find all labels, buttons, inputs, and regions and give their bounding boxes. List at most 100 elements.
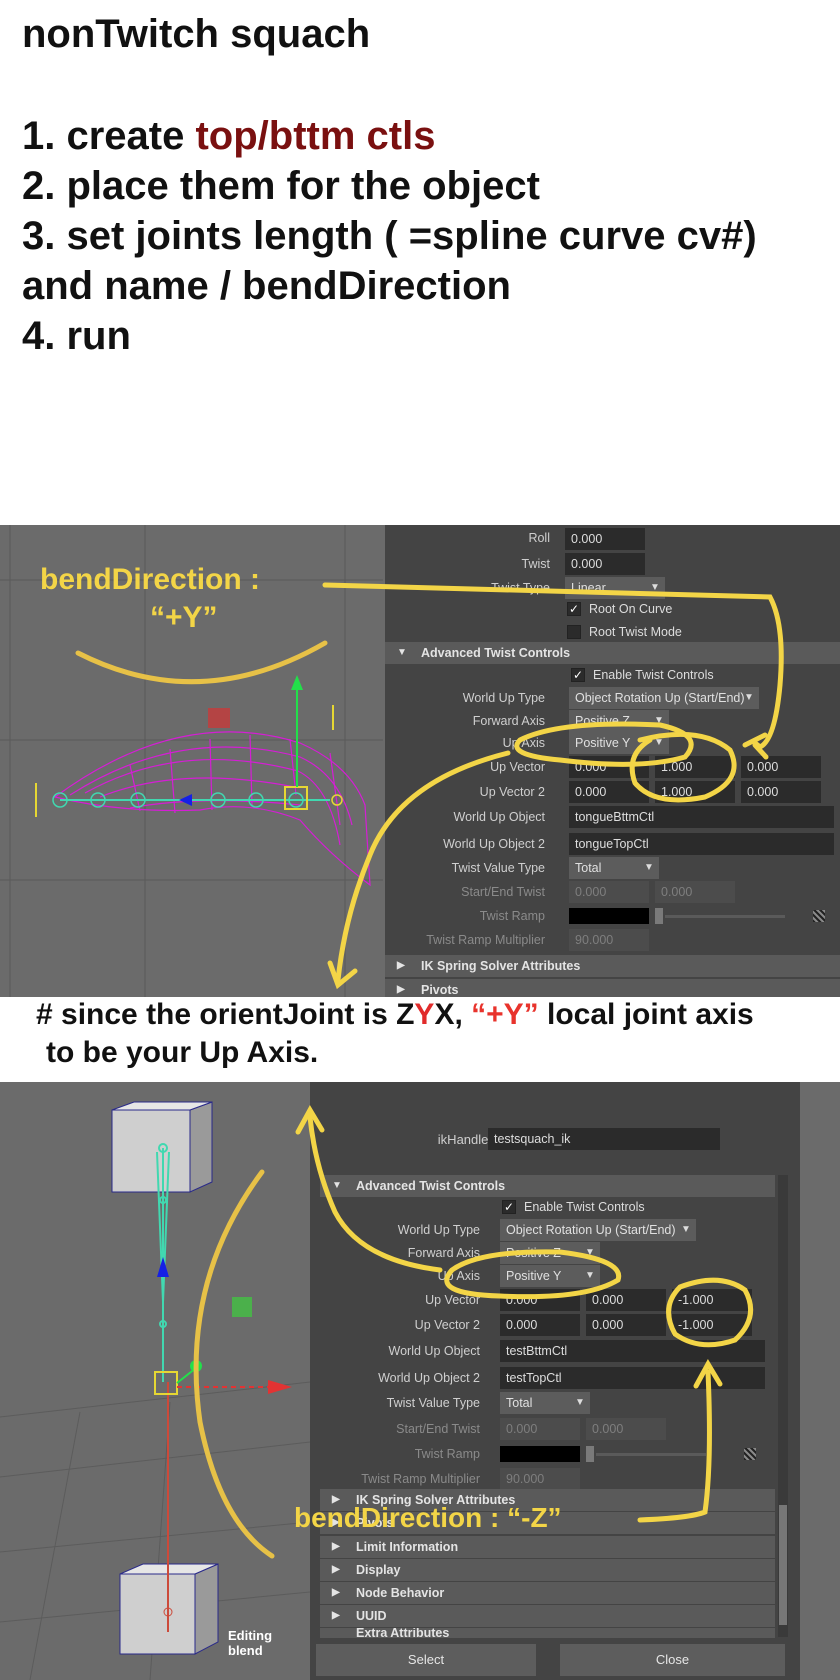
section-ik-spring[interactable]: ▶ IK Spring Solver Attributes	[385, 955, 840, 977]
viewport-3d[interactable]: Editing blend	[0, 1082, 310, 1680]
up-vector-2-y[interactable]: 0.000	[586, 1314, 666, 1336]
up-axis-label: Up Axis	[502, 736, 545, 750]
section-limit-information[interactable]: ▶ Limit Information	[320, 1536, 775, 1558]
control-square	[208, 708, 230, 728]
end-twist-field: 0.000	[655, 881, 735, 903]
world-up-object-2-label: World Up Object 2	[378, 1371, 480, 1385]
twist-type-dropdown[interactable]: Linear ▼	[565, 577, 665, 599]
up-vector-2-x[interactable]: 0.000	[569, 781, 649, 803]
twist-value-type-dropdown[interactable]: Total ▼	[500, 1392, 590, 1414]
twist-ramp-slider-track	[665, 915, 785, 918]
tongue-mesh	[53, 731, 371, 887]
up-vector-y[interactable]: 0.000	[586, 1289, 666, 1311]
handle-box	[154, 1371, 178, 1395]
collapsed-triangle-icon: ▶	[332, 1564, 340, 1575]
twist-ramp-multiplier-label: Twist Ramp Multiplier	[426, 933, 545, 947]
chevron-down-icon: ▼	[585, 1270, 595, 1281]
enable-twist-checkbox[interactable]: ✓	[502, 1200, 516, 1214]
twist-ramp-multiplier-field: 90.000	[500, 1468, 580, 1490]
up-vector-2-z[interactable]: 0.000	[741, 781, 821, 803]
up-axis-dropdown[interactable]: Positive Y ▼	[569, 732, 669, 754]
section-advanced-twist[interactable]: ▼ Advanced Twist Controls	[385, 642, 840, 664]
up-vector-2-y[interactable]: 1.000	[655, 781, 735, 803]
world-up-type-label: World Up Type	[397, 1223, 480, 1237]
chevron-down-icon: ▼	[585, 1247, 595, 1258]
root-twist-mode-checkbox[interactable]	[567, 625, 581, 639]
step-1-prefix: 1. create	[22, 114, 196, 158]
note-plus-y: “+Y”	[471, 998, 539, 1031]
up-vector-y[interactable]: 1.000	[655, 756, 735, 778]
forward-axis-value: Positive Z	[506, 1246, 561, 1260]
twist-ramp-label: Twist Ramp	[414, 1447, 480, 1461]
viewport-3d[interactable]: bendDirection : “+Y”	[0, 525, 383, 997]
section-uuid[interactable]: ▶ UUID	[320, 1605, 775, 1627]
up-vector-2-z[interactable]: -1.000	[672, 1314, 752, 1336]
step-1: 1. create top/bttm ctls	[22, 114, 435, 159]
root-on-curve-label: Root On Curve	[589, 602, 673, 616]
up-vector-x[interactable]: 0.000	[500, 1289, 580, 1311]
section-display[interactable]: ▶ Display	[320, 1559, 775, 1581]
section-uuid-label: UUID	[356, 1609, 387, 1623]
enable-twist-checkbox[interactable]: ✓	[571, 668, 585, 682]
twist-ramp-gradient[interactable]	[569, 908, 649, 924]
world-up-object-label: World Up Object	[388, 1344, 480, 1358]
up-axis-dropdown[interactable]: Positive Y ▼	[500, 1265, 600, 1287]
section-extra-attributes-label: Extra Attributes	[356, 1628, 450, 1638]
select-button[interactable]: Select	[316, 1644, 536, 1676]
up-vector-z[interactable]: 0.000	[741, 756, 821, 778]
direction-arrow	[157, 1257, 169, 1277]
section-extra-attributes[interactable]: Extra Attributes	[320, 1628, 775, 1638]
section-advanced-twist[interactable]: ▼ Advanced Twist Controls	[320, 1175, 775, 1197]
checker-icon	[744, 1448, 756, 1460]
collapsed-triangle-icon: ▶	[332, 1587, 340, 1598]
world-up-object-2-field[interactable]: tongueTopCtl	[569, 833, 834, 855]
close-button[interactable]: Close	[560, 1644, 785, 1676]
scrollbar-thumb[interactable]	[779, 1505, 787, 1625]
world-up-object-field[interactable]: tongueBttmCtl	[569, 806, 834, 828]
step-2: 2. place them for the object	[22, 164, 540, 208]
section-pivots[interactable]: ▶ Pivots	[385, 979, 840, 997]
world-up-object-field[interactable]: testBttmCtl	[500, 1340, 765, 1362]
world-up-object-label: World Up Object	[453, 810, 545, 824]
section-ik-spring-label: IK Spring Solver Attributes	[421, 959, 581, 973]
world-up-object-2-label: World Up Object 2	[443, 837, 545, 851]
start-end-twist-label: Start/End Twist	[461, 885, 545, 899]
collapsed-triangle-icon: ▶	[332, 1610, 340, 1621]
section-node-behavior-label: Node Behavior	[356, 1586, 445, 1600]
scrollbar[interactable]	[778, 1175, 788, 1637]
ikhandle-field[interactable]: testsquach_ik	[488, 1128, 720, 1150]
note-line-1c: local joint axis	[538, 998, 754, 1031]
note-line-1: # since the orientJoint is ZYX, “+Y” loc…	[36, 996, 754, 1034]
forward-axis-dropdown[interactable]: Positive Z ▼	[569, 710, 669, 732]
up-vector-2-x[interactable]: 0.000	[500, 1314, 580, 1336]
note-line-1a: # since the orientJoint is Z	[36, 998, 415, 1031]
control-square	[232, 1297, 252, 1317]
root-on-curve-checkbox[interactable]: ✓	[567, 602, 581, 616]
section-display-label: Display	[356, 1563, 401, 1577]
twist-ramp-slider-knob[interactable]	[586, 1446, 594, 1462]
roll-field[interactable]: 0.000	[565, 528, 645, 550]
twist-ramp-slider-knob[interactable]	[655, 908, 663, 924]
forward-axis-label: Forward Axis	[472, 714, 545, 728]
twist-type-value: Linear	[571, 581, 606, 595]
world-up-type-dropdown[interactable]: Object Rotation Up (Start/End) ▼	[500, 1219, 696, 1241]
collapsed-triangle-icon: ▶	[397, 984, 405, 995]
twist-value-type-dropdown[interactable]: Total ▼	[569, 857, 659, 879]
twist-value-type-label: Twist Value Type	[386, 1396, 480, 1410]
attribute-editor: Roll 0.000 Twist 0.000 Twist Type Linear…	[385, 525, 840, 997]
world-up-object-2-field[interactable]: testTopCtl	[500, 1367, 765, 1389]
twist-field[interactable]: 0.000	[565, 553, 645, 575]
viewport-scene	[0, 1101, 310, 1680]
enable-twist-label: Enable Twist Controls	[593, 668, 714, 682]
forward-axis-dropdown[interactable]: Positive Z ▼	[500, 1242, 600, 1264]
collapsed-triangle-icon: ▶	[332, 1541, 340, 1552]
step-3-continued: and name / bendDirection	[22, 264, 511, 308]
bend-direction-value: “+Y”	[150, 601, 218, 634]
chevron-down-icon: ▼	[681, 1224, 691, 1235]
section-node-behavior[interactable]: ▶ Node Behavior	[320, 1582, 775, 1604]
top-control-curve	[75, 640, 328, 685]
twist-ramp-gradient[interactable]	[500, 1446, 580, 1462]
world-up-type-dropdown[interactable]: Object Rotation Up (Start/End) ▼	[569, 687, 759, 709]
up-vector-z[interactable]: -1.000	[672, 1289, 752, 1311]
up-vector-x[interactable]: 0.000	[569, 756, 649, 778]
